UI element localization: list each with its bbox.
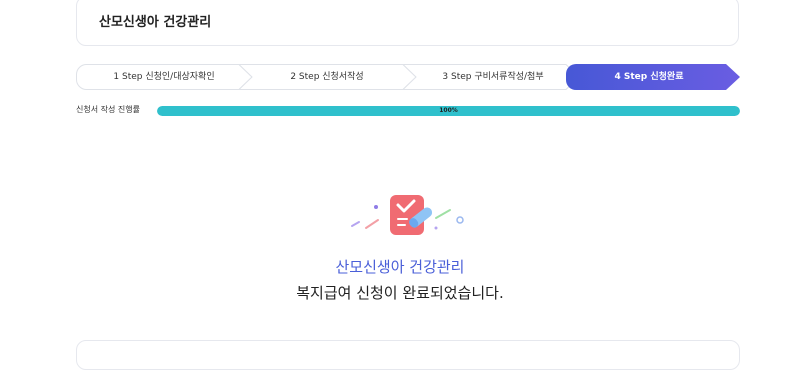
bottom-section-card <box>76 340 740 370</box>
page-title: 산모신생아 건강관리 <box>99 15 212 30</box>
step-4-label: 4 Step 신청완료 <box>614 72 684 82</box>
page-header-card: 산모신생아 건강관리 <box>76 0 739 46</box>
progress-label: 신청서 작성 진행률 <box>76 105 140 114</box>
step-indicator: 1 Step 신청인/대상자확인 2 Step 신청서작성 3 Step 구비서… <box>76 64 740 90</box>
step-1-label: 1 Step 신청인/대상자확인 <box>113 72 215 82</box>
step-3-label: 3 Step 구비서류작성/첨부 <box>442 72 544 82</box>
progress-percent: 100% <box>439 107 458 114</box>
completion-title: 산모신생아 건강관리 <box>335 258 465 276</box>
document-check-pencil-icon <box>348 188 468 240</box>
completion-message: 복지급여 신청이 완료되었습니다. <box>296 284 504 302</box>
progress-bar: 100% <box>157 106 740 116</box>
step-2-label: 2 Step 신청서작성 <box>290 72 364 82</box>
